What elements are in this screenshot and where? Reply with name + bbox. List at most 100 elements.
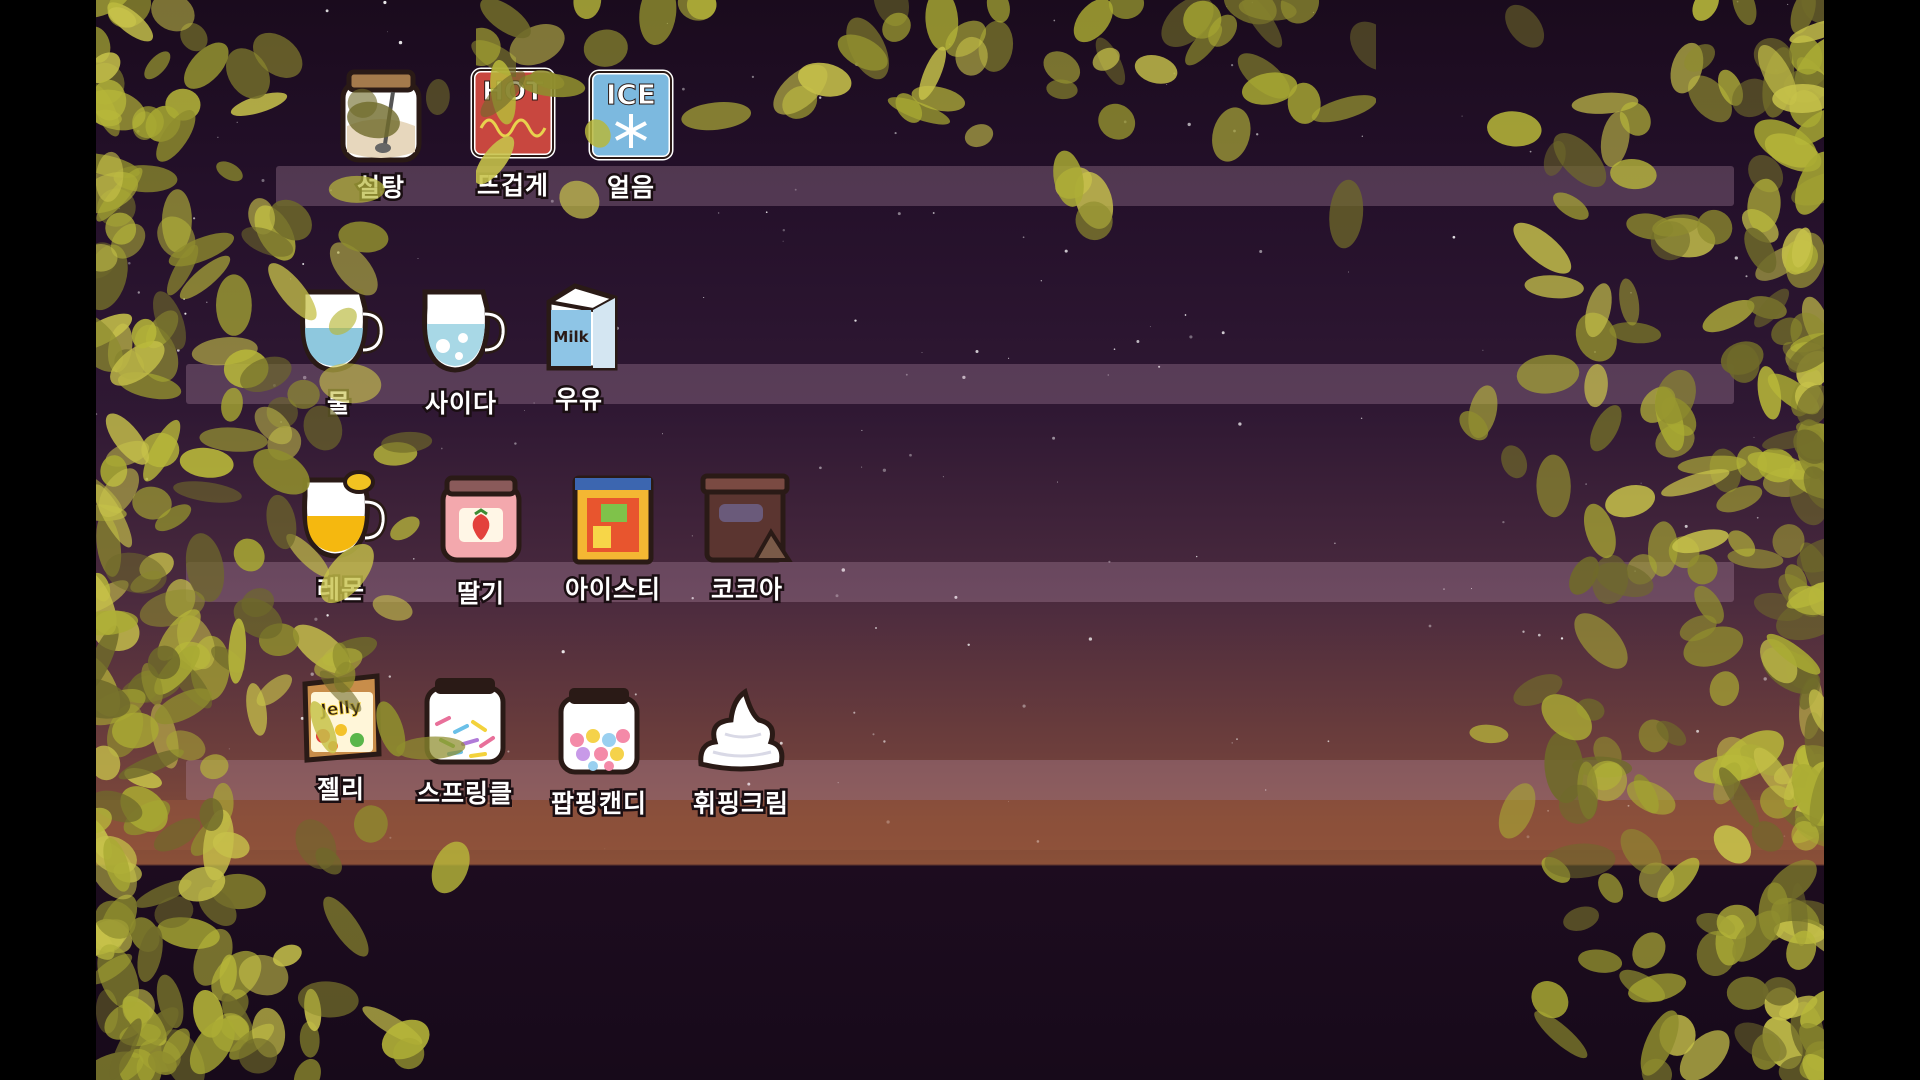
star [875,627,877,629]
star [1238,422,1242,426]
sugar-jar-icon [340,69,422,163]
star [118,207,120,210]
star [1684,524,1688,528]
star [1166,83,1168,86]
star [883,740,886,743]
star [290,278,292,280]
star [383,0,387,5]
star [1173,72,1176,75]
star [1123,120,1127,124]
star [751,75,755,79]
star [1052,436,1056,440]
star [1088,637,1093,641]
star [782,240,784,242]
star [861,466,863,468]
star [1040,280,1042,282]
ingredient-whipped-cream[interactable]: 휘핑크림 [676,684,806,834]
sprinkles-jar-icon [424,678,506,765]
star [1231,742,1233,744]
star [325,9,329,13]
ingredient-popping-candy[interactable]: 팝핑캔디 [534,684,664,834]
star [1327,740,1330,743]
star [1233,129,1236,133]
star [942,476,944,478]
ingredient-label: 얼음 [604,171,656,205]
star [386,31,389,33]
star [967,643,970,647]
star [1360,417,1363,420]
star [948,43,951,45]
star [1482,349,1484,351]
hot-card-text: HOT [482,77,544,107]
ice-card-icon: ICE [588,69,674,161]
star [1502,520,1505,524]
star [1537,633,1541,637]
star [1763,677,1767,681]
star [872,733,875,736]
star [137,291,141,294]
star [855,62,859,66]
star [1259,249,1263,254]
popping-candy-jar-icon [558,688,640,775]
star [1594,351,1596,353]
ice-card-text: ICE [606,78,656,111]
star [909,453,912,457]
star [861,429,863,431]
ingredient-milk[interactable]: Milk 우유 [514,280,644,430]
star [217,136,219,138]
ingredient-cocoa[interactable]: 코코아 [682,470,812,620]
star [1184,314,1187,316]
star [176,349,180,352]
star [1736,0,1739,3]
star [1522,630,1525,633]
ingredient-ice[interactable]: ICE 얼음 [566,68,696,218]
star [1053,19,1056,22]
star [1022,236,1025,239]
star [193,217,196,220]
star [1187,122,1191,127]
star [1189,335,1193,339]
star [1221,331,1225,335]
strawberry-jam-icon [440,475,522,563]
star [1149,326,1151,328]
star [1756,516,1759,519]
star [561,650,565,654]
hot-card-icon: HOT [470,67,556,159]
game-stage: 설탕 HOT 뜨겁게 ICE 얼음 물 사이다 Milk 우유 레몬 딸기 아이… [96,0,1824,1080]
star [440,447,443,450]
star [337,251,340,254]
star [1113,348,1116,351]
star [717,212,720,214]
star [1630,292,1632,294]
milk-card-text: Milk [553,328,589,346]
star [666,22,668,24]
star [1256,133,1259,136]
star [1348,271,1350,273]
iced-tea-pack-icon [572,475,654,565]
star [819,466,822,470]
star [1461,115,1463,117]
star [228,748,230,750]
star [184,312,187,315]
star [1231,64,1234,67]
star [1774,68,1778,73]
star [413,558,415,560]
star [1056,481,1059,483]
star [1640,482,1642,484]
jelly-bag-icon: Jelly [302,673,382,763]
star [168,667,173,672]
star [398,40,403,45]
star [1452,235,1456,239]
star [782,228,786,232]
star [1236,738,1238,740]
star [1753,436,1755,438]
ingredient-label: 코코아 [708,573,784,607]
star [1361,135,1363,137]
star [145,477,149,481]
star [1787,3,1789,5]
ingredient-label: 휘핑크림 [690,787,790,821]
star [661,433,664,435]
star [302,263,305,265]
star [96,413,98,416]
star [894,132,897,135]
